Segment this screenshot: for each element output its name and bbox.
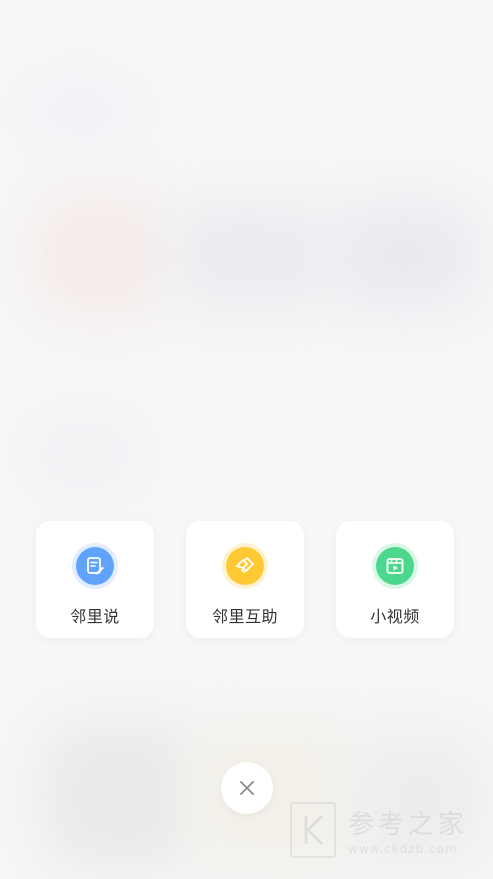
watermark: 参考之家 www.ckdzb.com [290,802,490,862]
icon-halo [222,543,268,589]
menu-item-short-video[interactable]: 小视频 [336,521,454,638]
menu-item-neighbor-talk[interactable]: 邻里说 [36,521,154,638]
publish-menu: 邻里说 邻里互助 小视频 [36,521,454,638]
menu-item-label: 小视频 [370,607,420,626]
menu-item-label: 邻里说 [70,607,120,626]
icon-halo [72,543,118,589]
note-pen-icon [76,547,114,585]
icon-halo [372,543,418,589]
close-button[interactable] [221,762,273,814]
video-clip-icon [376,547,414,585]
watermark-title: 参考之家 [348,810,469,840]
handshake-icon [226,547,264,585]
modal-overlay[interactable] [0,0,493,879]
watermark-logo [290,802,336,858]
watermark-url: www.ckdzb.com [348,842,458,856]
menu-item-neighbor-help[interactable]: 邻里互助 [186,521,304,638]
close-icon [240,781,254,795]
menu-item-label: 邻里互助 [211,607,278,626]
